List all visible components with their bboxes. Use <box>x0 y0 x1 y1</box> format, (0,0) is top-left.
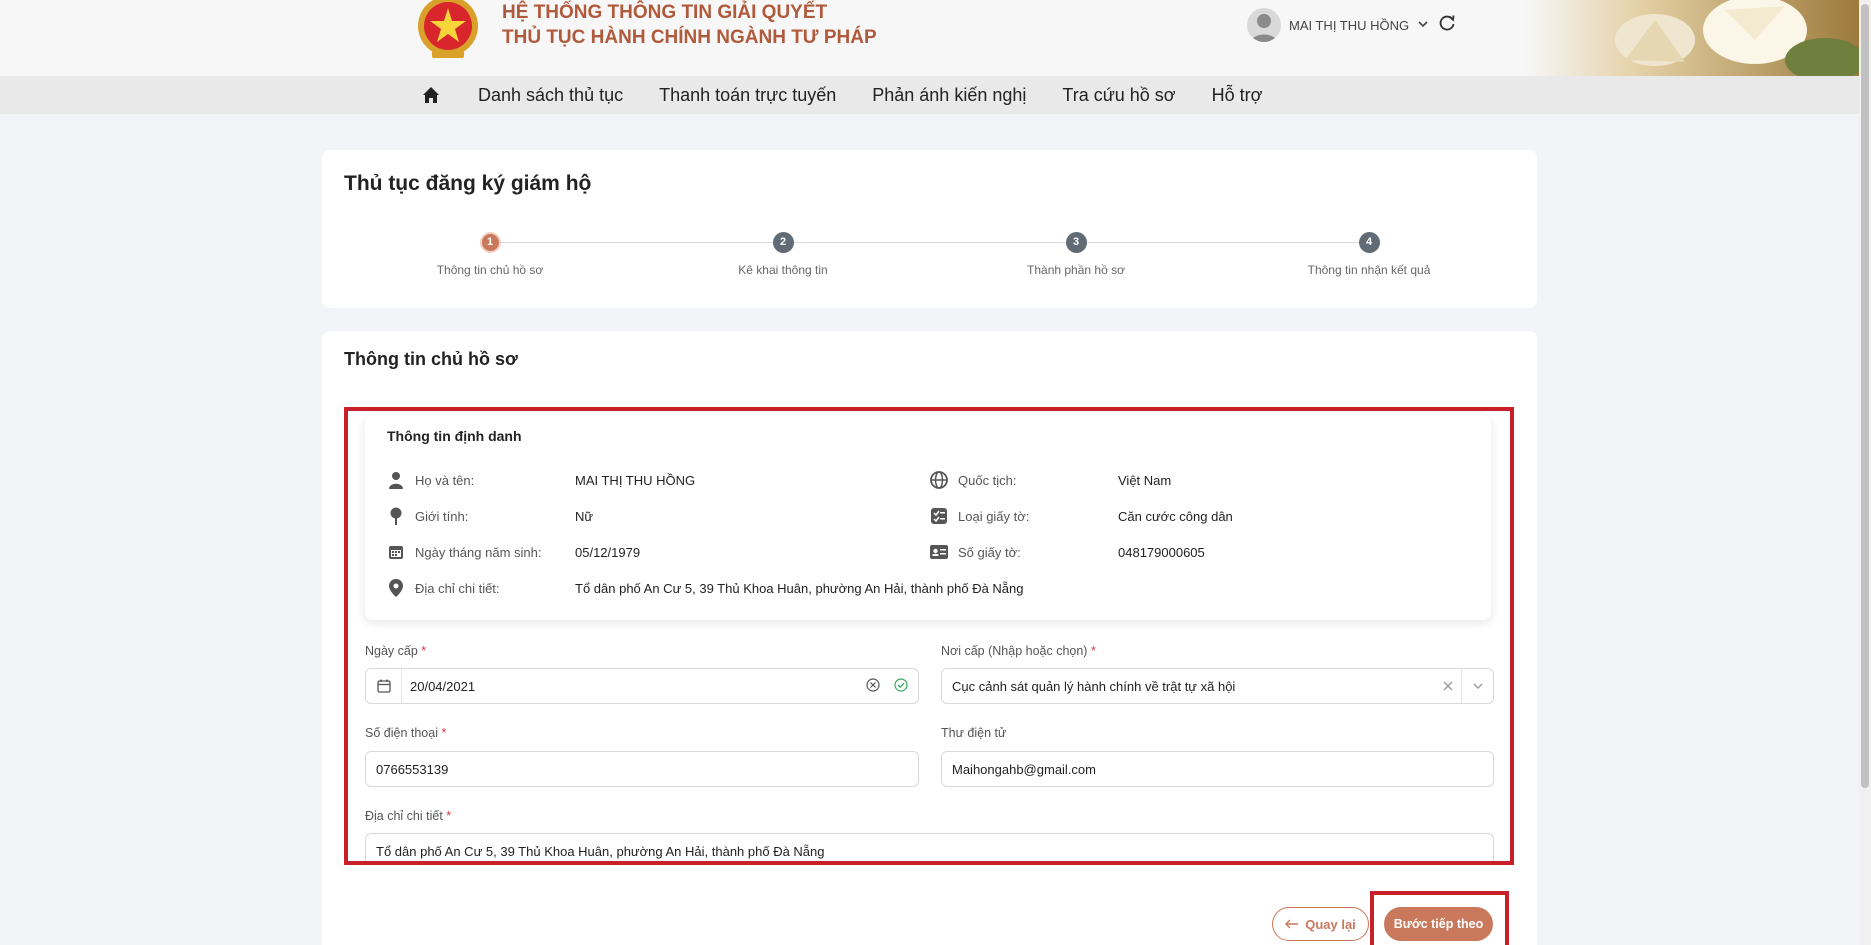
nav-item-procedures[interactable]: Danh sách thủ tục <box>478 85 623 106</box>
main-nav: Danh sách thủ tục Thanh toán trực tuyến … <box>0 76 1859 114</box>
lotus-decoration-image <box>1525 0 1859 76</box>
chevron-down-icon <box>1417 18 1429 33</box>
brand-line-2: THỦ TỤC HÀNH CHÍNH NGÀNH TƯ PHÁP <box>502 27 877 48</box>
step-number: 3 <box>1065 232 1087 253</box>
nav-item-feedback[interactable]: Phản ánh kiến nghị <box>872 85 1026 106</box>
page-scrollbar[interactable] <box>1859 0 1871 945</box>
nav-item-support[interactable]: Hỗ trợ <box>1212 85 1263 106</box>
step-2[interactable]: 2 Kê khai thông tin <box>683 232 883 277</box>
nav-item-lookup[interactable]: Tra cứu hồ sơ <box>1062 85 1175 106</box>
national-emblem-icon <box>418 0 478 58</box>
step-4[interactable]: 4 Thông tin nhận kết quả <box>1269 232 1469 277</box>
step-number: 2 <box>772 232 794 253</box>
back-button[interactable]: Quay lại <box>1272 907 1369 941</box>
step-label: Thành phần hồ sơ <box>1027 263 1125 277</box>
user-menu[interactable]: MAI THỊ THU HỒNG <box>1247 7 1429 43</box>
refresh-icon[interactable] <box>1437 13 1457 33</box>
step-3[interactable]: 3 Thành phần hồ sơ <box>976 232 1176 277</box>
step-label: Thông tin chủ hồ sơ <box>436 263 544 277</box>
step-label: Kê khai thông tin <box>738 263 828 277</box>
procedure-card: Thủ tục đăng ký giám hộ 1 Thông tin chủ … <box>322 150 1537 308</box>
step-1[interactable]: 1 Thông tin chủ hồ sơ <box>390 232 590 277</box>
avatar <box>1247 8 1281 42</box>
step-number: 1 <box>479 232 501 253</box>
step-label: Thông tin nhận kết quả <box>1307 263 1431 277</box>
highlight-box <box>344 407 1514 865</box>
app-header: HỆ THỐNG THÔNG TIN GIẢI QUYẾT THỦ TỤC HÀ… <box>0 0 1859 76</box>
section-title: Thông tin chủ hồ sơ <box>344 349 518 369</box>
arrow-left-icon <box>1285 919 1299 929</box>
home-icon[interactable] <box>420 84 442 106</box>
stepper: 1 Thông tin chủ hồ sơ 2 Kê khai thông ti… <box>322 232 1537 292</box>
nav-item-online-payment[interactable]: Thanh toán trực tuyến <box>659 85 836 106</box>
user-name: MAI THỊ THU HỒNG <box>1289 17 1410 33</box>
brand-line-1: HỆ THỐNG THÔNG TIN GIẢI QUYẾT <box>502 2 828 23</box>
step-number: 4 <box>1358 232 1380 253</box>
next-step-button-label: Bước tiếp theo <box>1393 917 1484 931</box>
page-title: Thủ tục đăng ký giám hộ <box>344 172 592 195</box>
user-avatar-icon <box>1251 14 1277 42</box>
brand-title[interactable]: HỆ THỐNG THÔNG TIN GIẢI QUYẾT THỦ TỤC HÀ… <box>502 0 877 50</box>
back-button-label: Quay lại <box>1305 916 1356 932</box>
scrollbar-thumb[interactable] <box>1861 4 1869 788</box>
next-step-button[interactable]: Bước tiếp theo <box>1384 907 1493 941</box>
